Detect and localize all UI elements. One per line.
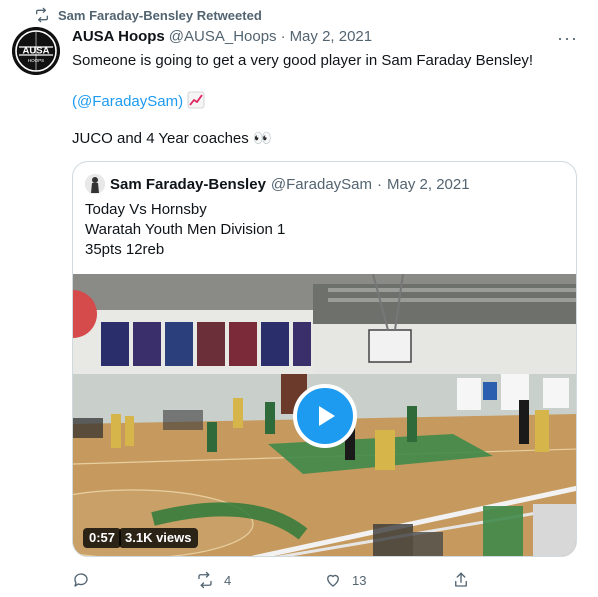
heart-icon xyxy=(327,574,339,587)
tweet-date[interactable]: May 2, 2021 xyxy=(290,27,373,47)
avatar-logo-sub: HOOPS xyxy=(28,58,44,63)
quote-avatar[interactable] xyxy=(85,174,105,194)
tweet-actions: 4 13 xyxy=(72,569,512,591)
avatar[interactable]: AUSA HOOPS xyxy=(12,27,60,75)
quote-header: Sam Faraday-Bensley @FaradaySam · May 2,… xyxy=(85,174,470,194)
video-duration: 0:57 xyxy=(83,528,122,548)
quote-author-handle[interactable]: @FaradaySam xyxy=(271,176,372,193)
retweet-indicator: Sam Faraday-Bensley Retweeted xyxy=(34,6,262,24)
more-options-icon[interactable]: ··· xyxy=(557,28,578,49)
tweet-text-line: JUCO and 4 Year coaches 👀 xyxy=(72,130,272,147)
like-button[interactable]: 13 xyxy=(324,571,452,589)
author-name[interactable]: AUSA Hoops xyxy=(72,27,165,47)
quote-date[interactable]: May 2, 2021 xyxy=(387,176,470,193)
quote-line: Today Vs Hornsby xyxy=(85,201,207,218)
play-button[interactable] xyxy=(293,384,357,448)
retweet-button[interactable]: 4 xyxy=(196,571,324,589)
quote-line: Waratah Youth Men Division 1 xyxy=(85,221,286,238)
like-count: 13 xyxy=(352,572,367,588)
share-icon xyxy=(455,572,467,587)
quoted-tweet[interactable]: Sam Faraday-Bensley @FaradaySam · May 2,… xyxy=(72,161,577,557)
retweet-icon xyxy=(36,7,48,23)
play-icon xyxy=(319,406,335,426)
separator: · xyxy=(280,28,286,45)
author-handle[interactable]: @AUSA_Hoops xyxy=(169,27,277,47)
quote-separator: · xyxy=(377,175,383,193)
mention-link[interactable]: (@FaradaySam) xyxy=(72,93,183,110)
video-player[interactable]: 0:57 3.1K views xyxy=(73,274,576,556)
tweet-text-line: (@FaradaySam) xyxy=(72,91,572,112)
tweet-card[interactable]: Sam Faraday-Bensley Retweeted AUSA HOOPS… xyxy=(0,0,598,597)
chart-increasing-icon xyxy=(187,91,205,109)
reply-button[interactable] xyxy=(72,571,164,589)
retweet-count: 4 xyxy=(224,572,232,588)
quote-text: Today Vs Hornsby Waratah Youth Men Divis… xyxy=(85,200,285,260)
quote-author-name[interactable]: Sam Faraday-Bensley xyxy=(110,176,266,193)
retweet-label[interactable]: Sam Faraday-Bensley Retweeted xyxy=(58,8,262,23)
quote-line: 35pts 12reb xyxy=(85,241,165,258)
tweet-text-line: Someone is going to get a very good play… xyxy=(72,52,534,69)
retweet-icon xyxy=(198,571,212,589)
share-button[interactable] xyxy=(452,571,480,589)
reply-icon xyxy=(74,573,88,587)
avatar-logo-text: AUSA xyxy=(23,46,50,57)
video-views: 3.1K views xyxy=(119,528,198,548)
tweet-header: AUSA Hoops @AUSA_Hoops · May 2, 2021 xyxy=(72,27,372,47)
